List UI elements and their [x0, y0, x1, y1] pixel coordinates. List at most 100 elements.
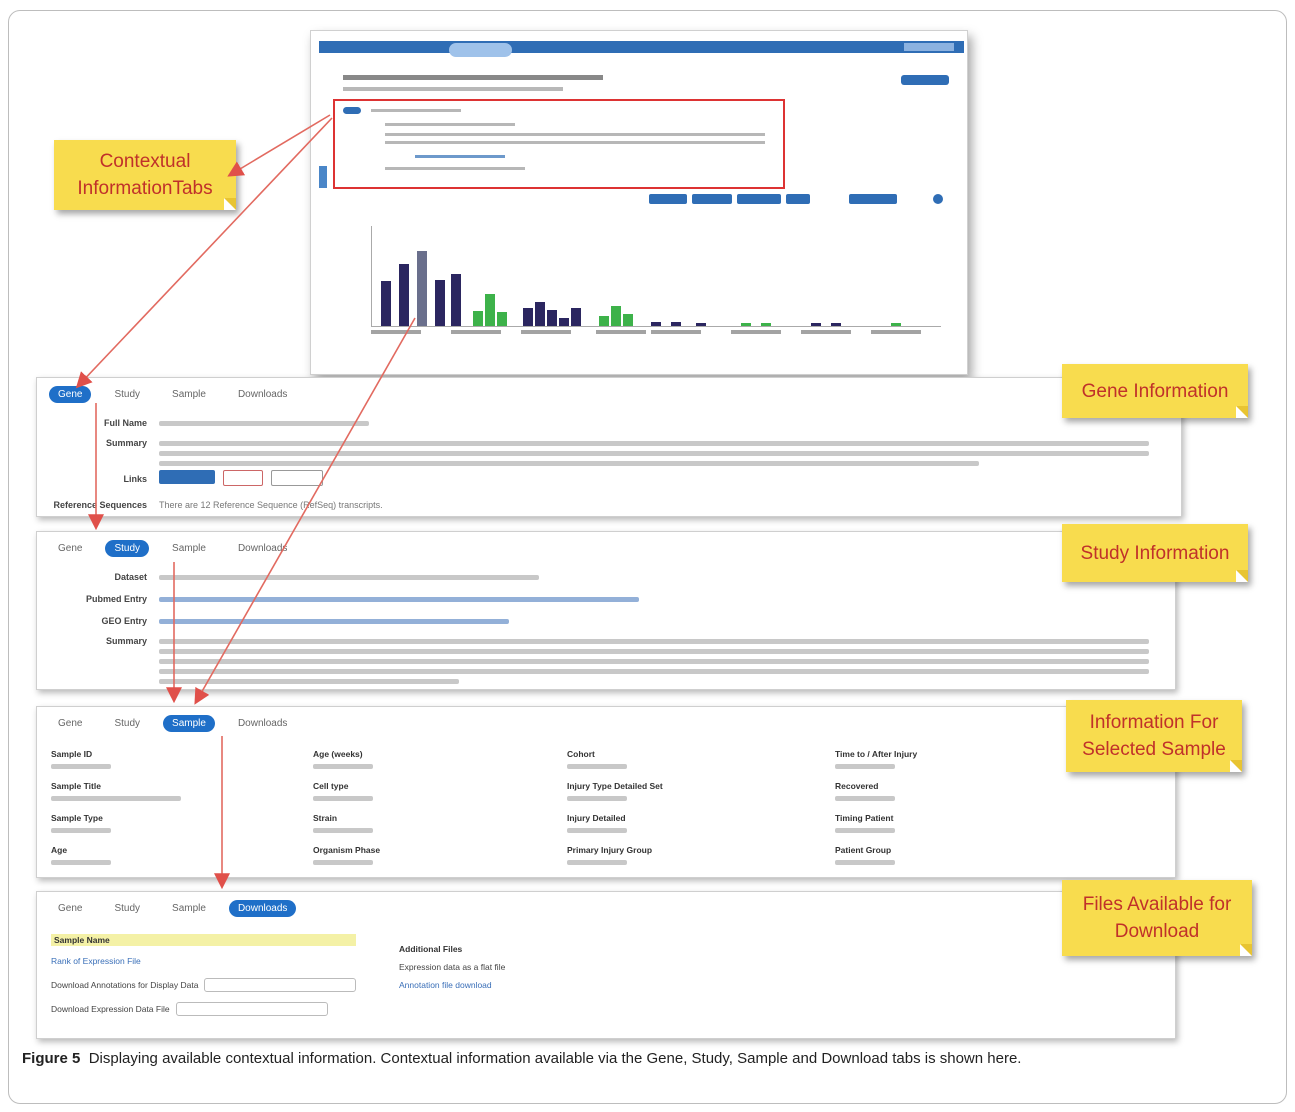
tab-sample[interactable]: Sample — [163, 386, 215, 403]
link-buttons — [159, 470, 323, 486]
downloads-left-column: Sample Name Rank of Expression File Down… — [51, 934, 357, 1016]
field-label: GEO Entry — [101, 616, 147, 626]
chart-bar[interactable] — [399, 264, 409, 326]
chart-bar[interactable] — [611, 306, 621, 326]
chart-bar[interactable] — [497, 312, 507, 326]
sample-field-label: Injury Detailed — [567, 813, 626, 823]
expression-file-link[interactable]: Rank of Expression File — [51, 956, 356, 966]
side-toggle[interactable] — [319, 166, 327, 188]
sample-field-value — [313, 857, 380, 867]
tab-sample[interactable]: Sample — [163, 540, 215, 557]
sample-field-label: Primary Injury Group — [567, 845, 653, 855]
toolbar-button[interactable] — [737, 194, 781, 204]
chart-category-label — [651, 330, 701, 334]
chart-bar[interactable] — [547, 310, 557, 326]
chart-bar[interactable] — [417, 251, 427, 326]
tab-gene[interactable]: Gene — [49, 540, 91, 557]
note-files-download: Files Available for Download — [1062, 880, 1252, 956]
tab-study[interactable]: Study — [105, 540, 150, 557]
chart-category-label — [596, 330, 646, 334]
sample-field-label: Age (weeks) — [313, 749, 363, 759]
tab-study[interactable]: Study — [105, 715, 149, 732]
tab-study[interactable]: Study — [105, 386, 149, 403]
tab-downloads[interactable]: Downloads — [229, 715, 296, 732]
chart-bar[interactable] — [571, 308, 581, 326]
tab-downloads[interactable]: Downloads — [229, 540, 296, 557]
chart-bar[interactable] — [435, 280, 445, 326]
chart-bar[interactable] — [599, 316, 609, 326]
chart-bar[interactable] — [696, 323, 706, 326]
pubmed-link[interactable] — [159, 594, 639, 604]
expression-select[interactable] — [175, 1002, 328, 1016]
ncbi-link-button[interactable] — [159, 470, 215, 484]
field-value — [159, 572, 539, 582]
sample-panel-tabs: Gene Study Sample Downloads — [49, 715, 296, 732]
toolbar-button[interactable] — [692, 194, 732, 204]
chart-bar[interactable] — [485, 294, 495, 326]
app-header-bar — [319, 41, 964, 57]
help-icon[interactable] — [933, 194, 943, 204]
toolbar-button[interactable] — [849, 194, 897, 204]
sample-field: Sample ID — [51, 749, 111, 771]
chart-bar[interactable] — [623, 314, 633, 326]
chart-bar[interactable] — [831, 323, 841, 326]
mini-gene-tab[interactable] — [343, 107, 361, 114]
chart-y-axis — [371, 226, 372, 326]
app-screenshot — [310, 30, 968, 375]
chart-bar[interactable] — [741, 323, 751, 326]
tab-downloads[interactable]: Downloads — [229, 386, 296, 403]
field-label: Reference Sequences — [53, 500, 147, 510]
app-header-tab[interactable] — [449, 43, 512, 57]
tab-downloads[interactable]: Downloads — [228, 900, 297, 917]
chart-bar[interactable] — [761, 323, 771, 326]
chart-bar[interactable] — [559, 318, 569, 326]
caption-label: Figure 5 — [22, 1050, 81, 1067]
tab-sample[interactable]: Sample — [163, 715, 215, 732]
tab-gene[interactable]: Gene — [49, 900, 91, 917]
chart-bar[interactable] — [451, 274, 461, 326]
sample-field-label: Sample ID — [51, 749, 93, 759]
expression-download-row: Download Expression Data File — [51, 1002, 356, 1016]
sample-field: Organism Phase — [313, 845, 380, 867]
sample-field-value — [835, 857, 895, 867]
chart-bar[interactable] — [651, 322, 661, 326]
field-label: Full Name — [103, 418, 147, 428]
geo-link[interactable] — [159, 616, 509, 626]
tab-gene[interactable]: Gene — [49, 386, 92, 403]
toolbar-button[interactable] — [786, 194, 810, 204]
additional-files-title: Additional Files — [399, 944, 463, 954]
annotations-select[interactable] — [204, 978, 357, 992]
sample-field-label: Organism Phase — [313, 845, 381, 855]
sample-field-label: Recovered — [835, 781, 879, 791]
sample-field-label: Timing Patient — [835, 813, 894, 823]
sample-field-value — [51, 761, 111, 771]
ensembl-link-button[interactable] — [223, 470, 263, 486]
sample-field: Primary Injury Group — [567, 845, 652, 867]
sample-field: Injury Type Detailed Set — [567, 781, 663, 803]
mini-links[interactable] — [415, 155, 505, 158]
app-action-button[interactable] — [901, 75, 949, 85]
mini-row — [385, 123, 515, 126]
toolbar-button[interactable] — [649, 194, 687, 204]
field-value — [159, 636, 1149, 686]
app-header-controls[interactable] — [904, 43, 954, 51]
chart-bar[interactable] — [523, 308, 533, 326]
sample-field-value — [313, 825, 373, 835]
mini-tab-labels — [371, 109, 461, 112]
chart-bar[interactable] — [891, 323, 901, 326]
chart-bar[interactable] — [535, 302, 545, 326]
chart-bar[interactable] — [811, 323, 821, 326]
additional-file-item[interactable]: Expression data as a flat file — [399, 962, 505, 972]
chart-bar[interactable] — [671, 322, 681, 326]
tab-study[interactable]: Study — [105, 900, 149, 917]
chart-bar[interactable] — [381, 281, 391, 326]
study-panel-tabs: Gene Study Sample Downloads — [49, 540, 296, 557]
additional-file-link[interactable]: Annotation file download — [399, 980, 505, 990]
tab-sample[interactable]: Sample — [163, 900, 215, 917]
tab-gene[interactable]: Gene — [49, 715, 91, 732]
uniprot-link-button[interactable] — [271, 470, 323, 486]
expression-download-label: Download Expression Data File — [51, 1004, 170, 1014]
sample-name-label: Sample Name — [51, 934, 357, 946]
chart-bar[interactable] — [473, 311, 483, 326]
chart-category-label — [731, 330, 781, 334]
